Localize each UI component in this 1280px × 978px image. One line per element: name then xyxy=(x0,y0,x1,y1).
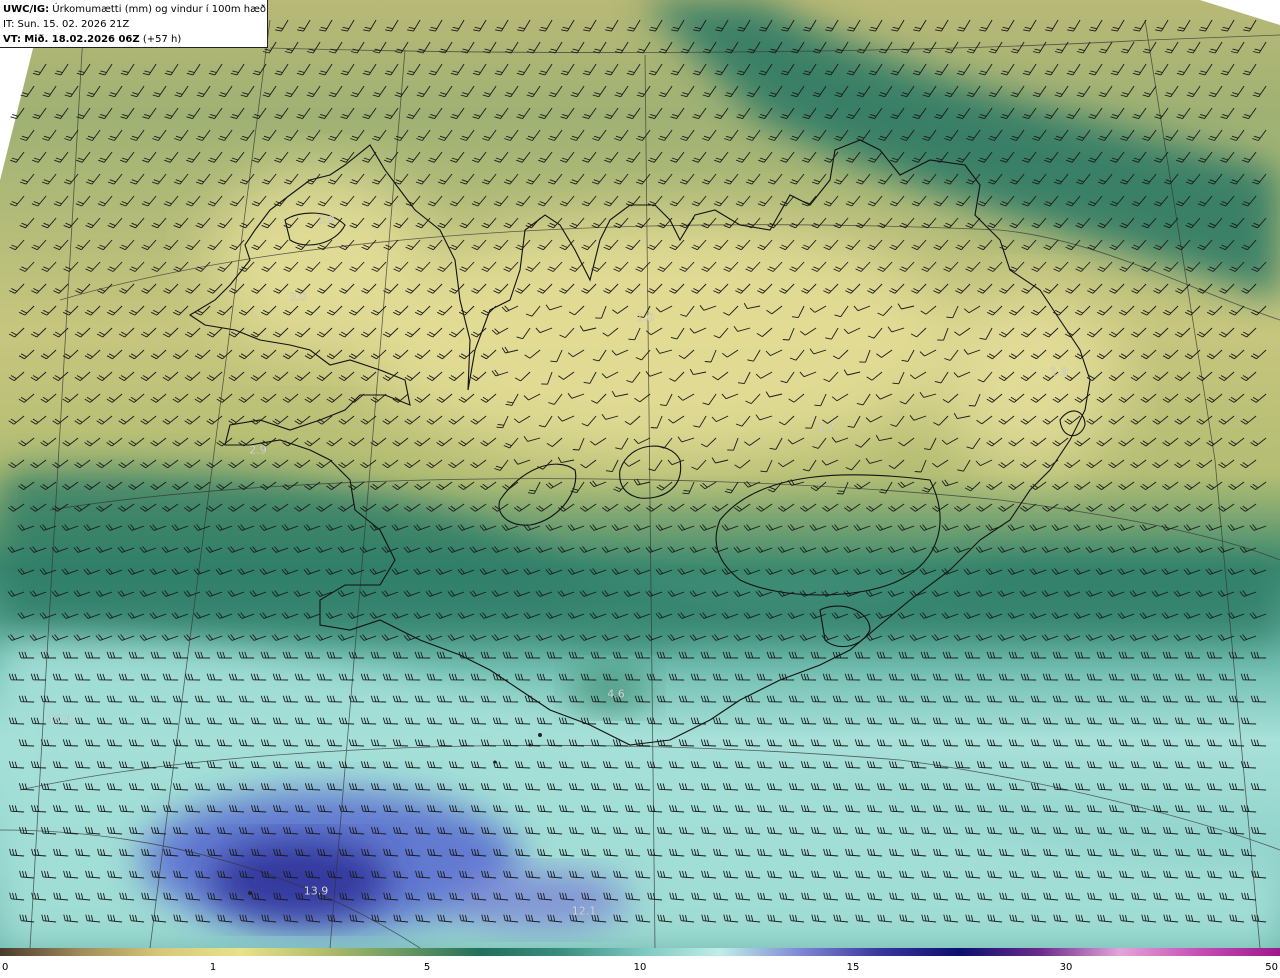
header-line-3: VT: Mið. 18.02.2026 06Z (+57 h) xyxy=(3,32,264,47)
colorbar-tick: 50 xyxy=(1265,962,1278,973)
colorbar-ticks: 0 1 5 10 15 30 50 xyxy=(0,958,1280,978)
map-canvas xyxy=(0,0,1280,948)
value-label: 1.7 xyxy=(817,421,835,435)
value-label: 12.1 xyxy=(571,904,597,918)
product-description: Úrkomumætti (mm) og vindur í 100m hæð xyxy=(52,4,267,15)
valid-time: Mið. 18.02.2026 06Z xyxy=(24,34,140,45)
colorbar xyxy=(0,948,1280,956)
colorbar-tick: 1 xyxy=(209,962,217,973)
colorbar-tick: 30 xyxy=(1059,962,1073,973)
product-code: UWC/IG: xyxy=(3,4,50,15)
valid-label: VT: xyxy=(3,34,22,45)
value-label: 1.9 xyxy=(1050,365,1068,379)
init-time: IT: Sun. 15. 02. 2026 21Z xyxy=(3,19,130,30)
value-label: 1.0 xyxy=(636,311,654,325)
value-label: 3.0 xyxy=(317,213,335,227)
header-line-1: UWC/IG: Úrkomumætti (mm) og vindur í 100… xyxy=(3,2,267,17)
value-label: 13.9 xyxy=(303,884,329,898)
colorbar-tick: 5 xyxy=(423,962,431,973)
value-label: 3.0 xyxy=(289,290,307,304)
value-label: 4.6 xyxy=(607,687,625,701)
colorbar-tick: 10 xyxy=(633,962,647,973)
lead-time: (+57 h) xyxy=(142,34,182,45)
value-label: 2.9 xyxy=(249,443,267,457)
weather-map xyxy=(0,0,1280,948)
map-header: UWC/IG: Úrkomumætti (mm) og vindur í 100… xyxy=(0,0,268,48)
colorbar-tick: 0 xyxy=(2,962,9,973)
value-label: 10.9 xyxy=(47,713,73,727)
colorbar-tick: 15 xyxy=(846,962,860,973)
